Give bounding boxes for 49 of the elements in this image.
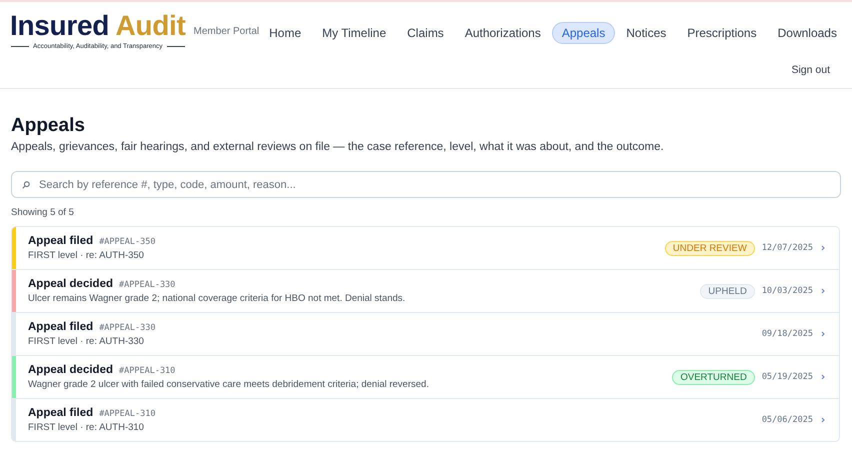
nav-link[interactable]: Downloads — [768, 22, 847, 44]
nav-link[interactable]: My Timeline — [312, 22, 396, 44]
appeal-reference: #APPEAL-350 — [99, 237, 156, 247]
appeal-title: Appeal filed — [28, 407, 94, 419]
page-title: Appeals — [11, 115, 86, 137]
nav-link[interactable]: Home — [259, 22, 312, 44]
nav-link[interactable]: Authorizations — [454, 22, 551, 44]
logo-wordmark: Insured Audit — [10, 12, 186, 40]
nav-link[interactable]: Notices — [616, 22, 676, 44]
status-badge: UNDER REVIEW — [664, 240, 755, 256]
nav-link[interactable]: Claims — [397, 22, 454, 44]
result-count: Showing 5 of 5 — [11, 207, 75, 218]
appeal-detail: Wagner grade 2 ulcer with failed conservative care meets debridement criteria; denial reversed. — [28, 379, 430, 390]
chevron-icon — [821, 288, 825, 294]
appeal-title: Appeal filed — [28, 235, 94, 247]
appeal-title: Appeal decided — [28, 278, 113, 290]
appeal-reference: #APPEAL-330 — [99, 323, 156, 333]
status-badge: OVERTURNED — [672, 370, 755, 384]
search-field[interactable]: Search by reference #, type, code, amount, reason... — [11, 171, 841, 198]
appeal-title: Appeal filed — [28, 321, 94, 333]
appeal-date: 05/19/2025 — [762, 372, 813, 382]
appeal-row[interactable]: Appeal decided #APPEAL-330 Ulcer remains Wagner grade 2; national coverage criteria for HBO not met. Denial stands. UPHELD 10/03/2025 — [16, 270, 839, 312]
page-description: Appeals, grievances, fair hearings, and external reviews on file — the case reference, level, what it was about, and the outcome. — [11, 141, 665, 153]
appeal-date: 10/03/2025 — [762, 286, 813, 296]
appeal-reference: #APPEAL-330 — [119, 280, 176, 290]
appeal-detail: FIRST level · re: AUTH-310 — [28, 422, 145, 433]
chevron-icon — [821, 331, 825, 337]
appeal-title: Appeal decided — [28, 364, 113, 376]
chevron-icon — [821, 245, 825, 251]
chevron-icon — [821, 417, 825, 423]
appeal-date: 05/06/2025 — [762, 415, 813, 425]
appeal-date: 12/07/2025 — [762, 243, 813, 253]
search-icon — [22, 181, 30, 189]
appeal-reference: #APPEAL-310 — [99, 409, 156, 419]
portal-label: Member Portal — [194, 26, 260, 37]
nav-link[interactable]: Prescriptions — [677, 22, 767, 44]
appeal-row[interactable]: Appeal filed #APPEAL-310 FIRST level · re: AUTH-310 05/06/2025 — [16, 399, 839, 441]
appeal-row[interactable]: Appeal filed #APPEAL-350 FIRST level · re: AUTH-350 UNDER REVIEW 12/07/2025 — [16, 227, 839, 269]
appeal-row[interactable]: Appeal decided #APPEAL-310 Wagner grade 2 ulcer with failed conservative care meets debridement criteria; denial reversed. OVERTURNED 05/19/2025 — [16, 356, 839, 398]
status-badge: UPHELD — [700, 284, 755, 298]
appeal-row[interactable]: Appeal filed #APPEAL-330 FIRST level · re: AUTH-330 09/18/2025 — [16, 313, 839, 355]
appeal-detail: Ulcer remains Wagner grade 2; national coverage criteria for HBO not met. Denial stands. — [28, 293, 406, 304]
appeal-detail: FIRST level · re: AUTH-350 — [28, 250, 145, 261]
chevron-icon — [821, 374, 825, 380]
sign-out-link[interactable]: Sign out — [791, 64, 830, 76]
nav-link[interactable]: Appeals — [552, 22, 616, 44]
appeal-date: 09/18/2025 — [762, 329, 813, 339]
appeal-detail: FIRST level · re: AUTH-330 — [28, 336, 145, 347]
appeal-reference: #APPEAL-310 — [119, 366, 176, 376]
